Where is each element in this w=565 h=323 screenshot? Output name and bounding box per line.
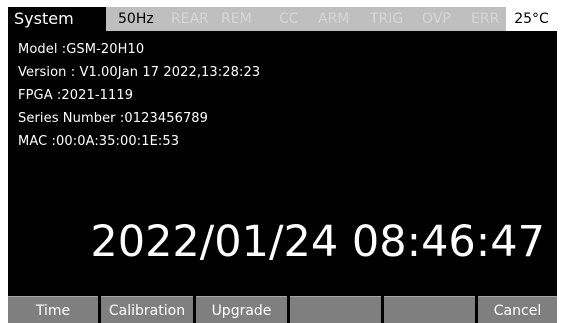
time-softkey[interactable]: Time bbox=[8, 296, 98, 323]
status-bar: System 50Hz REAR REM CC ARM TRIG OVP ERR… bbox=[8, 7, 557, 31]
version-line: Version : V1.00Jan 17 2022,13:28:23 bbox=[18, 65, 261, 80]
status-line-frequency: 50Hz bbox=[118, 11, 154, 27]
status-arm: ARM bbox=[318, 11, 350, 27]
screen: System 50Hz REAR REM CC ARM TRIG OVP ERR… bbox=[8, 7, 557, 323]
status-remote: REM bbox=[221, 11, 252, 27]
temperature-readout: 25°C bbox=[506, 7, 557, 31]
instrument-display: System 50Hz REAR REM CC ARM TRIG OVP ERR… bbox=[0, 0, 565, 323]
mac-line: MAC :00:0A:35:00:1E:53 bbox=[18, 134, 180, 149]
status-ovp: OVP bbox=[422, 11, 451, 27]
softkey-bar: Time Calibration Upgrade Cancel bbox=[8, 292, 557, 323]
cancel-softkey[interactable]: Cancel bbox=[478, 296, 557, 323]
status-rear: REAR bbox=[171, 11, 209, 27]
series-number-line: Series Number :0123456789 bbox=[18, 111, 209, 126]
mode-title: System bbox=[8, 7, 106, 31]
date-time-display: 2022/01/24 08:46:47 bbox=[90, 217, 545, 267]
status-trig: TRIG bbox=[370, 11, 404, 27]
softkey-4[interactable] bbox=[290, 296, 381, 323]
softkey-5[interactable] bbox=[384, 296, 475, 323]
upgrade-softkey[interactable]: Upgrade bbox=[196, 296, 287, 323]
model-line: Model :GSM-20H10 bbox=[18, 42, 145, 57]
calibration-softkey[interactable]: Calibration bbox=[101, 296, 193, 323]
status-err: ERR bbox=[471, 11, 500, 27]
fpga-line: FPGA :2021-1119 bbox=[18, 88, 134, 103]
status-cc: CC bbox=[279, 11, 299, 27]
